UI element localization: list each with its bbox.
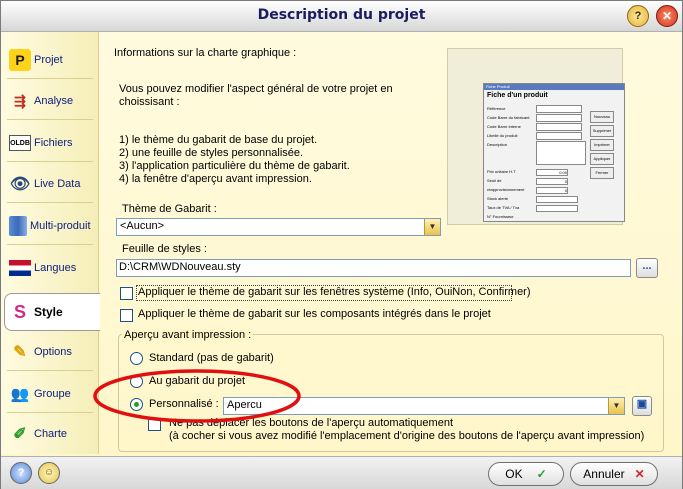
list-item: 3) l'application particulière du thème d… bbox=[119, 160, 350, 172]
sidebar-item-label: Charte bbox=[34, 428, 68, 440]
list-item: 2) une feuille de styles personnalisée. bbox=[119, 147, 304, 159]
group-icon: 👥 bbox=[10, 386, 30, 403]
cancel-button-label: Annuler bbox=[583, 467, 625, 481]
edit-preview-button[interactable]: ▣ bbox=[632, 396, 652, 416]
preview-button: Fermer bbox=[590, 167, 614, 179]
preview-button: Nouveau bbox=[590, 111, 614, 123]
eye-icon: 👁 bbox=[9, 176, 31, 193]
footer-bar: ? ☺ OK ✓ Annuler ✕ bbox=[1, 456, 682, 489]
p-icon: P bbox=[9, 49, 31, 71]
preview-heading: Fiche d'un produit bbox=[487, 92, 548, 99]
system-windows-checkbox-label[interactable]: Appliquer le thème de gabarit sur les fe… bbox=[138, 286, 531, 298]
list-item: 4) la fenêtre d'aperçu avant impression. bbox=[119, 173, 312, 185]
close-icon[interactable]: ✕ bbox=[656, 5, 678, 27]
preview-button: Supprimer bbox=[590, 125, 614, 137]
assistant-icon[interactable]: ☺ bbox=[38, 462, 60, 484]
sidebar-item-fichiers[interactable]: OLDB Fichiers bbox=[5, 125, 95, 161]
template-preview-image: Fiche Produit Fiche d'un produit Référen… bbox=[447, 48, 625, 225]
sidebar-item-style[interactable]: S Style bbox=[4, 293, 100, 331]
preview-field-label: N° Fournisseur bbox=[487, 214, 514, 219]
preview-value: 0.00 bbox=[536, 169, 568, 176]
preview-button: Appliquer bbox=[590, 153, 614, 165]
title-bar: Description du projet ? ✕ bbox=[1, 1, 682, 32]
theme-select[interactable]: <Aucun> ▼ bbox=[116, 218, 441, 236]
stylesheet-value: D:\CRM\WDNouveau.sty bbox=[119, 261, 241, 273]
cancel-button[interactable]: Annuler ✕ bbox=[570, 462, 658, 486]
ok-button-label: OK bbox=[505, 467, 523, 481]
intro-text-line1: Vous pouvez modifier l'aspect général de… bbox=[119, 83, 393, 95]
check-icon: ✓ bbox=[536, 467, 547, 481]
components-checkbox[interactable] bbox=[120, 309, 133, 322]
pencil-icon: ✎ bbox=[13, 344, 27, 361]
system-windows-checkbox[interactable] bbox=[120, 287, 133, 300]
sidebar-item-label: Fichiers bbox=[34, 137, 73, 149]
annotation-ellipse-shape bbox=[93, 369, 301, 423]
sidebar-item-live-data[interactable]: 👁 Live Data bbox=[5, 166, 95, 202]
sidebar-item-label: Analyse bbox=[34, 95, 74, 107]
preview-buttons: Nouveau Supprimer Imprimer Appliquer Fer… bbox=[590, 111, 614, 179]
stylesheet-label: Feuille de styles : bbox=[122, 243, 207, 255]
sidebar-item-options[interactable]: ✎ Options bbox=[5, 334, 95, 370]
preview-field-label: Stock alerte bbox=[487, 196, 509, 201]
sidebar-item-projet[interactable]: P Projet bbox=[5, 42, 95, 78]
sidebar-item-charte[interactable]: ✐ Charte bbox=[5, 416, 95, 452]
sidebar-item-multi-produit[interactable]: Multi-produit bbox=[5, 208, 95, 244]
preview-field-label: Libellé du produit bbox=[487, 133, 518, 138]
no-move-buttons-note: (à cocher si vous avez modifié l'emplace… bbox=[169, 430, 645, 442]
preview-value: 0 bbox=[536, 187, 568, 194]
sidebar-item-label: Style bbox=[34, 305, 63, 319]
preview-field-label: Référence bbox=[487, 106, 506, 111]
help-cursor-icon[interactable]: ? bbox=[627, 5, 649, 27]
preview-field-labels: Référence Code Barre du fabricant Code B… bbox=[487, 104, 537, 221]
list-item: 1) le thème du gabarit de base du projet… bbox=[119, 134, 318, 146]
sidebar-item-label: Options bbox=[34, 346, 72, 358]
window-title: Description du projet bbox=[257, 7, 426, 23]
theme-select-value: <Aucun> bbox=[120, 220, 165, 232]
sidebar-item-label: Langues bbox=[34, 262, 77, 274]
flag-icon bbox=[9, 260, 31, 276]
sidebar: P Projet ⇶ Analyse OLDB Fichiers 👁 Live … bbox=[1, 32, 100, 454]
components-checkbox-label[interactable]: Appliquer le thème de gabarit sur les co… bbox=[138, 308, 491, 320]
preview-field-label: Code Barre interne bbox=[487, 124, 521, 129]
charte-icon: ✐ bbox=[13, 426, 27, 443]
preview-field-label: Description bbox=[487, 142, 508, 147]
preview-button: Imprimer bbox=[590, 139, 614, 151]
sidebar-item-label: Live Data bbox=[34, 178, 81, 190]
preview-field-label: Prix unitaire H.T bbox=[487, 169, 516, 174]
cancel-icon: ✕ bbox=[634, 467, 645, 481]
project-description-dialog: Description du projet ? ✕ P Projet ⇶ Ana… bbox=[0, 0, 683, 489]
help-icon[interactable]: ? bbox=[10, 462, 32, 484]
style-panel: Informations sur la charte graphique : V… bbox=[93, 32, 676, 454]
sidebar-item-label: Groupe bbox=[34, 388, 71, 400]
analysis-icon: ⇶ bbox=[14, 92, 26, 109]
preview-product-window: Fiche Produit Fiche d'un produit Référen… bbox=[483, 83, 625, 222]
oldb-icon: OLDB bbox=[9, 135, 31, 151]
edit-window-icon: ▣ bbox=[636, 398, 648, 410]
preview-field-label: Taux de TVA / Tva bbox=[487, 205, 520, 210]
radio-standard-label[interactable]: Standard (pas de gabarit) bbox=[149, 352, 274, 364]
section-heading: Informations sur la charte graphique : bbox=[114, 47, 297, 59]
sidebar-item-label: Projet bbox=[34, 54, 63, 66]
stylesheet-field[interactable]: D:\CRM\WDNouveau.sty bbox=[116, 259, 631, 277]
intro-text-line2: choissisant : bbox=[119, 96, 180, 108]
chevron-down-icon[interactable]: ▼ bbox=[608, 398, 624, 414]
radio-standard[interactable] bbox=[130, 352, 143, 365]
sidebar-item-langues[interactable]: Langues bbox=[5, 250, 95, 286]
sidebar-item-groupe[interactable]: 👥 Groupe bbox=[5, 376, 95, 412]
style-icon: S bbox=[13, 301, 26, 322]
books-icon bbox=[9, 216, 27, 236]
sidebar-item-label: Multi-produit bbox=[30, 220, 91, 232]
preview-field-label: Seuil de réapprovisionnement bbox=[487, 178, 525, 192]
browse-button[interactable]: ... bbox=[636, 258, 658, 278]
preview-value: 0 bbox=[536, 178, 568, 185]
print-preview-group-title: Aperçu avant impression : bbox=[122, 329, 254, 341]
sidebar-item-analyse[interactable]: ⇶ Analyse bbox=[5, 83, 95, 119]
annotation-ellipse bbox=[93, 369, 301, 423]
ok-button[interactable]: OK ✓ bbox=[488, 462, 564, 486]
chevron-down-icon[interactable]: ▼ bbox=[424, 219, 440, 235]
preview-field-label: Code Barre du fabricant bbox=[487, 115, 530, 120]
theme-label: Thème de Gabarit : bbox=[122, 203, 217, 215]
